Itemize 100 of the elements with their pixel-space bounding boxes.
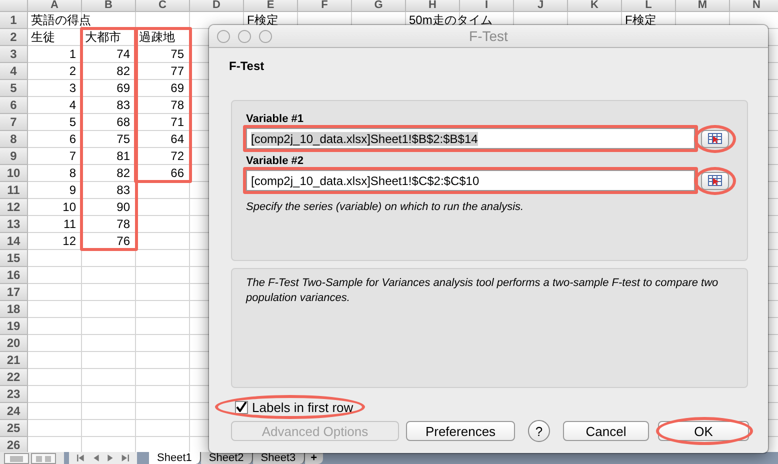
row-header[interactable]: 15 (0, 250, 28, 267)
highlight-ellipse (694, 124, 736, 152)
table-cell: 生徒 (31, 30, 55, 44)
highlight-ellipse (694, 166, 736, 194)
row-header[interactable]: 25 (0, 420, 28, 437)
range-picker-icon (708, 175, 722, 186)
row-header[interactable]: 1 (0, 12, 28, 29)
column-header[interactable]: K (568, 0, 622, 12)
field-label: Variable #1 (246, 112, 304, 126)
table-cell: 81 (116, 149, 130, 163)
column-header[interactable]: M (676, 0, 730, 12)
zoom-button[interactable] (259, 30, 272, 42)
column-header[interactable]: H (406, 0, 460, 12)
input-field[interactable]: [comp2j_10_data.xlsx]Sheet1!$C$2:$C$10 (246, 170, 695, 191)
normal-view-icon[interactable] (4, 453, 29, 464)
column-header[interactable]: E (244, 0, 298, 12)
column-header[interactable]: J (514, 0, 568, 12)
table-cell: 大都市 (85, 30, 121, 44)
range-select-button[interactable] (701, 130, 729, 148)
dialog-button[interactable]: Preferences (406, 421, 515, 441)
column-header[interactable]: L (622, 0, 676, 12)
table-cell: 2 (69, 64, 76, 78)
row-header[interactable]: 3 (0, 46, 28, 63)
table-cell: 8 (69, 166, 76, 180)
row-header[interactable]: 12 (0, 199, 28, 216)
checkbox[interactable] (235, 400, 248, 414)
column-header[interactable]: I (460, 0, 514, 12)
table-cell: 英語の得点 (31, 13, 91, 27)
column-header[interactable]: C (136, 0, 190, 12)
last-sheet-icon[interactable] (120, 453, 129, 463)
row-header[interactable]: 22 (0, 369, 28, 386)
hint-text: Specify the series (variable) on which to run the analysis. (246, 201, 524, 213)
table-cell: 64 (170, 132, 184, 146)
row-header[interactable]: 10 (0, 165, 28, 182)
table-cell: 11 (64, 217, 76, 231)
row-header[interactable]: 17 (0, 284, 28, 301)
row-header[interactable]: 4 (0, 63, 28, 80)
table-cell: 過疎地 (139, 30, 175, 44)
dialog-heading: F-Test (229, 58, 266, 74)
column-header[interactable]: A (28, 0, 82, 12)
sheet-tab[interactable]: Sheet2 (200, 452, 253, 464)
dialog-button[interactable]: OK (658, 421, 749, 441)
row-header[interactable]: 24 (0, 403, 28, 420)
table-cell: 5 (69, 115, 76, 129)
table-cell: 69 (116, 81, 130, 95)
row-header[interactable]: 20 (0, 335, 28, 352)
table-cell: 9 (69, 183, 76, 197)
next-sheet-icon[interactable] (106, 453, 114, 463)
range-select-button[interactable] (701, 172, 729, 190)
table-cell: 83 (116, 183, 130, 197)
table-cell: 72 (170, 149, 184, 163)
row-header[interactable]: 23 (0, 386, 28, 403)
row-header[interactable]: 19 (0, 318, 28, 335)
table-cell: 1 (69, 47, 76, 61)
row-header[interactable]: 2 (0, 29, 28, 46)
table-cell: 10 (62, 200, 76, 214)
table-cell: 82 (116, 64, 130, 78)
column-header[interactable]: G (352, 0, 406, 12)
close-button[interactable] (217, 30, 230, 42)
column-header[interactable]: D (190, 0, 244, 12)
window-title: F-Test (469, 28, 508, 44)
row-header[interactable]: 11 (0, 182, 28, 199)
input-field[interactable]: [comp2j_10_data.xlsx]Sheet1!$B$2:$B$14 (246, 128, 695, 149)
range-picker-icon (708, 133, 722, 144)
column-header[interactable]: F (298, 0, 352, 12)
first-sheet-icon[interactable] (77, 453, 86, 463)
checkmark-icon (236, 402, 247, 412)
row-header[interactable]: 21 (0, 352, 28, 369)
row-header[interactable]: 13 (0, 216, 28, 233)
row-header[interactable]: 9 (0, 148, 28, 165)
sheet-tab[interactable]: Sheet1 (149, 452, 201, 464)
table-cell: 82 (116, 166, 130, 180)
table-cell: 68 (116, 115, 130, 129)
table-cell: 76 (116, 234, 130, 248)
sheet-tab[interactable]: Sheet3 (252, 452, 305, 464)
row-header[interactable]: 16 (0, 267, 28, 284)
table-cell: 7 (69, 149, 76, 163)
field-label: Variable #2 (246, 154, 304, 168)
page-layout-icon[interactable] (31, 453, 56, 464)
column-header[interactable]: B (82, 0, 136, 12)
row-header[interactable]: 5 (0, 80, 28, 97)
row-header[interactable]: 14 (0, 233, 28, 250)
table-cell: 90 (116, 200, 130, 214)
checkbox-label[interactable]: Labels in first row (252, 400, 354, 414)
minimize-button[interactable] (238, 30, 251, 42)
table-cell: 78 (170, 98, 184, 112)
column-header[interactable]: N (730, 0, 778, 12)
description-text: The F-Test Two-Sample for Variances analysis tool performs a two-sample F-test to compare two population variances. (246, 276, 720, 306)
previous-sheet-icon[interactable] (92, 453, 100, 463)
row-header[interactable]: 26 (0, 437, 28, 452)
table-cell: 77 (170, 64, 184, 78)
row-header[interactable]: 8 (0, 131, 28, 148)
table-cell: 83 (116, 98, 130, 112)
dialog-button[interactable]: Cancel (563, 421, 649, 441)
row-header[interactable]: 7 (0, 114, 28, 131)
help-button[interactable]: ? (528, 420, 550, 442)
table-cell: 4 (69, 98, 76, 112)
row-header[interactable]: 6 (0, 97, 28, 114)
table-cell: 75 (170, 47, 184, 61)
row-header[interactable]: 18 (0, 301, 28, 318)
